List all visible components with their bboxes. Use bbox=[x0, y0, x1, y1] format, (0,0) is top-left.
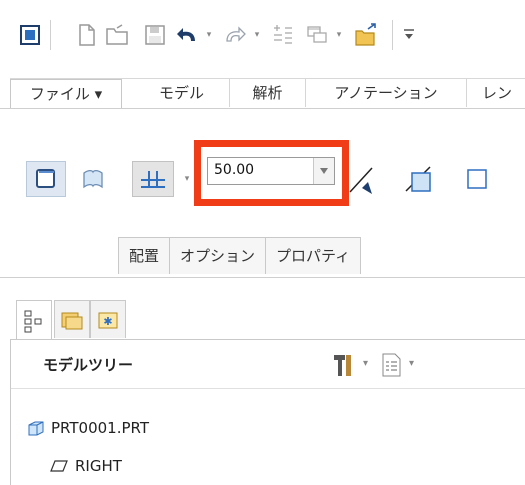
tree-tools-icon[interactable] bbox=[331, 352, 355, 382]
tab-model[interactable]: モデル bbox=[134, 79, 230, 107]
close-window-icon[interactable] bbox=[352, 23, 382, 46]
customize-toolbar-icon[interactable] bbox=[400, 24, 418, 46]
save-icon[interactable] bbox=[144, 24, 166, 46]
quick-access-toolbar: ▾ ▾ ▾ bbox=[0, 0, 525, 78]
surface-icon bbox=[83, 169, 103, 189]
solid-extrude-button[interactable] bbox=[26, 161, 66, 197]
thicken-sketch-button[interactable] bbox=[458, 159, 494, 199]
ribbon-tab-bar: ファイル ▾ モデル 解析 アノテーション レン bbox=[10, 78, 525, 109]
tab-model-tree[interactable] bbox=[16, 300, 52, 340]
thicken-sketch-icon bbox=[467, 169, 487, 189]
model-tree-header: モデルツリー ▾ ▾ bbox=[11, 340, 525, 389]
tab-annotation[interactable]: アノテーション bbox=[306, 79, 467, 107]
flip-direction-button[interactable] bbox=[343, 159, 379, 199]
depth-option-dropdown-icon[interactable]: ▾ bbox=[182, 169, 192, 189]
undo-dropdown-icon[interactable]: ▾ bbox=[204, 24, 214, 46]
regenerate-icon[interactable] bbox=[270, 24, 296, 46]
separator bbox=[392, 20, 393, 50]
svg-text:✱: ✱ bbox=[103, 315, 112, 328]
model-tree-title: モデルツリー bbox=[43, 356, 134, 374]
windows-dropdown-icon[interactable]: ▾ bbox=[334, 24, 344, 46]
highlight-box bbox=[194, 140, 349, 206]
tab-options[interactable]: オプション bbox=[169, 237, 267, 274]
surface-extrude-button[interactable] bbox=[78, 161, 108, 197]
windows-icon[interactable] bbox=[304, 24, 330, 46]
tree-item-label: PRT0001.PRT bbox=[51, 419, 150, 437]
tree-item-datum-plane[interactable]: RIGHT bbox=[49, 454, 122, 478]
tab-properties[interactable]: プロパティ bbox=[265, 237, 362, 274]
open-folder-icon[interactable] bbox=[106, 24, 130, 46]
remove-material-button[interactable] bbox=[400, 159, 436, 199]
tab-render[interactable]: レン bbox=[468, 79, 525, 107]
remove-material-icon bbox=[405, 166, 431, 192]
tree-settings-dropdown-icon[interactable]: ▾ bbox=[409, 358, 414, 369]
tree-tools-dropdown-icon[interactable]: ▾ bbox=[363, 358, 368, 369]
new-file-icon[interactable] bbox=[76, 24, 98, 46]
tab-file[interactable]: ファイル ▾ bbox=[10, 79, 122, 108]
solid-icon bbox=[36, 169, 55, 188]
model-tree-panel: モデルツリー ▾ ▾ PRT0001.PRT RIGHT bbox=[10, 339, 525, 485]
separator bbox=[50, 20, 51, 50]
datum-plane-icon bbox=[49, 459, 69, 473]
undo-icon[interactable] bbox=[174, 24, 200, 46]
favorites-icon: ✱ bbox=[98, 312, 118, 328]
redo-dropdown-icon[interactable]: ▾ bbox=[252, 24, 262, 46]
tree-settings-icon[interactable] bbox=[381, 353, 403, 381]
dashboard-tabs: 配置 オプション プロパティ bbox=[118, 237, 362, 274]
tree-item-part[interactable]: PRT0001.PRT bbox=[27, 416, 149, 440]
blind-depth-icon bbox=[141, 171, 165, 188]
extrude-dashboard: ▾ 50.00 配置 オプション プロパティ bbox=[0, 108, 525, 278]
folder-browser-icon bbox=[61, 312, 83, 329]
tree-item-label: RIGHT bbox=[75, 457, 122, 475]
navigator-tabs: ✱ bbox=[10, 300, 160, 340]
redo-icon[interactable] bbox=[222, 24, 248, 46]
part-icon bbox=[27, 420, 45, 436]
tab-analysis[interactable]: 解析 bbox=[230, 79, 306, 107]
depth-blind-button[interactable] bbox=[132, 161, 174, 197]
flip-direction-icon bbox=[349, 167, 373, 194]
model-tree-icon bbox=[24, 310, 42, 332]
window-icon[interactable] bbox=[18, 24, 42, 46]
tab-folder-browser[interactable] bbox=[54, 300, 90, 338]
tab-favorites[interactable]: ✱ bbox=[90, 300, 126, 338]
tab-placement[interactable]: 配置 bbox=[118, 237, 171, 274]
